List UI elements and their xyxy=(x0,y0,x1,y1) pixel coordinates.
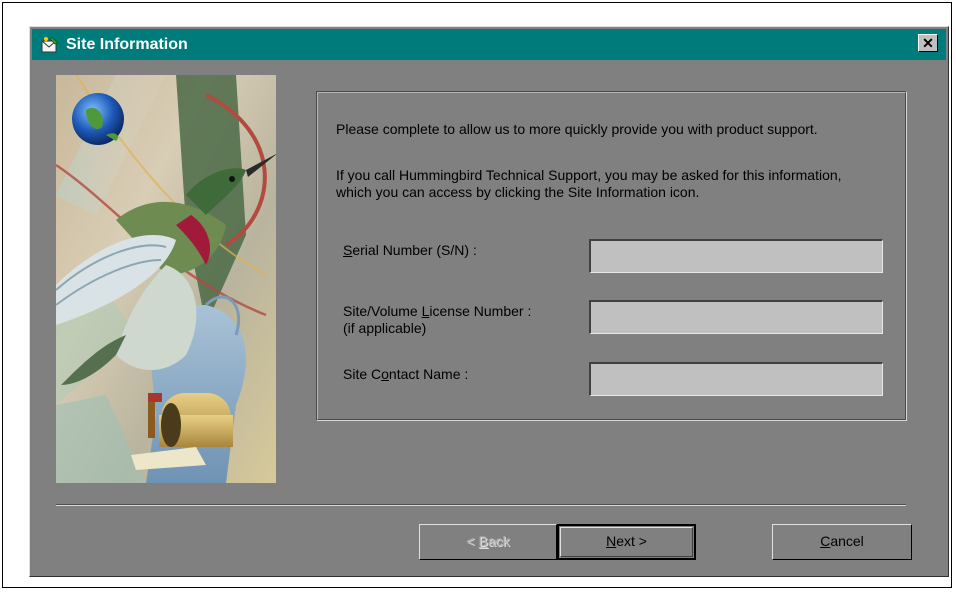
license-number-label: Site/Volume License Number : (if applica… xyxy=(343,303,532,336)
description-paragraph-1: Please complete to allow us to more quic… xyxy=(336,121,818,137)
cancel-button[interactable]: Cancel xyxy=(772,524,912,560)
dialog-title: Site Information xyxy=(66,35,188,53)
contact-name-label: Site Contact Name : xyxy=(343,366,469,382)
hummingbird-artwork xyxy=(56,75,276,483)
license-number-input[interactable] xyxy=(589,300,883,334)
close-button[interactable]: ✕ xyxy=(918,34,938,52)
next-button[interactable]: Next > xyxy=(557,524,696,560)
contact-name-input[interactable] xyxy=(589,362,883,396)
serial-number-input[interactable] xyxy=(589,239,883,273)
title-bar[interactable]: Site Information ✕ xyxy=(32,29,946,60)
separator-line xyxy=(56,504,906,506)
back-button[interactable]: < Back xyxy=(419,524,557,560)
site-info-icon xyxy=(41,36,59,52)
hummingbird-illustration xyxy=(56,75,276,483)
site-information-dialog: Site Information ✕ Please complete to al… xyxy=(29,26,949,577)
serial-number-label: Serial Number (S/N) : xyxy=(343,242,477,258)
description-paragraph-2: If you call Hummingbird Technical Suppor… xyxy=(336,167,842,200)
